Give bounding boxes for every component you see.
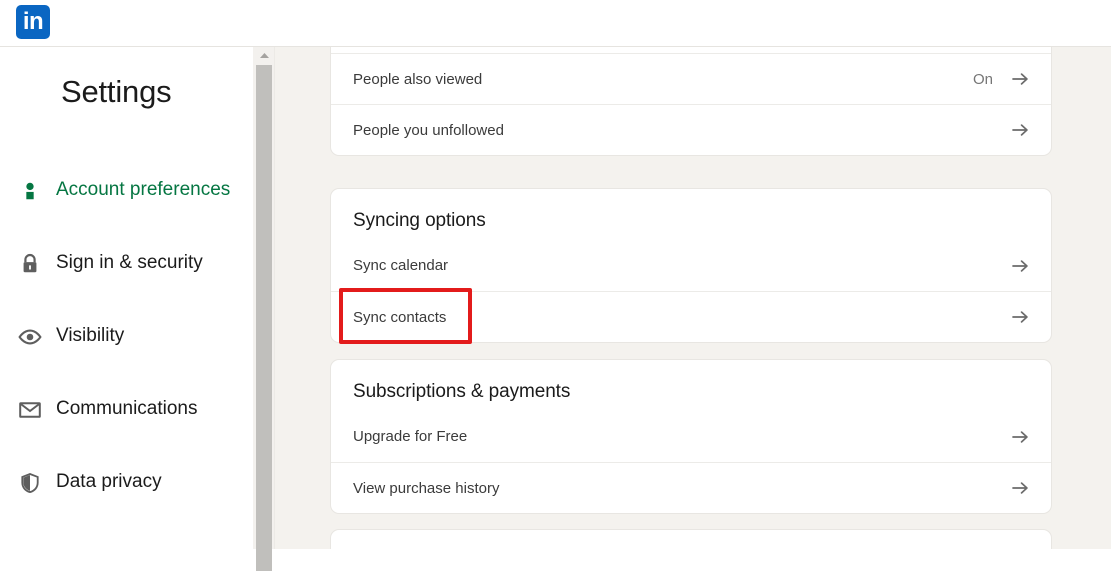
row-label: People also viewed	[353, 70, 483, 88]
row-people-you-unfollowed[interactable]: People you unfollowed	[331, 104, 1051, 155]
sidebar-scrollbar[interactable]	[253, 47, 275, 571]
top-header-bar: in	[0, 0, 1111, 47]
sidebar-item-label: Data privacy	[56, 471, 162, 493]
sidebar-item-label: Sign in & security	[56, 252, 203, 274]
person-icon	[17, 178, 43, 204]
sidebar-nav-list: Account preferences Sign in & security V…	[0, 154, 253, 519]
settings-sidebar: Settings Account preferences Sign in & s…	[0, 47, 253, 549]
arrow-right-icon[interactable]	[1011, 70, 1029, 88]
card-partial-top: People also viewed On People you unfollo…	[330, 47, 1052, 156]
card-syncing-options: Syncing options Sync calendar Sync conta…	[330, 188, 1052, 343]
sidebar-item-label: Account preferences	[56, 179, 231, 201]
row-upgrade-for-free[interactable]: Upgrade for Free	[331, 411, 1051, 462]
card-title: Syncing options	[353, 210, 486, 231]
arrow-right-icon[interactable]	[1011, 257, 1029, 275]
row-sync-contacts[interactable]: Sync contacts	[331, 291, 1051, 342]
eye-icon	[17, 324, 43, 350]
card-subscriptions-payments: Subscriptions & payments Upgrade for Fre…	[330, 359, 1052, 514]
row-trailing	[1011, 257, 1029, 275]
sidebar-item-visibility[interactable]: Visibility	[0, 300, 253, 373]
row-label: Sync contacts	[353, 308, 447, 326]
scrollbar-thumb[interactable]	[256, 65, 272, 571]
arrow-right-icon[interactable]	[1011, 479, 1029, 497]
settings-main-content: People also viewed On People you unfollo…	[275, 47, 1111, 549]
sidebar-item-sign-in-security[interactable]: Sign in & security	[0, 227, 253, 300]
row-people-also-viewed[interactable]: People also viewed On	[331, 53, 1051, 104]
linkedin-logo-icon[interactable]: in	[16, 5, 50, 39]
row-trailing	[1011, 479, 1029, 497]
row-label: View purchase history	[353, 479, 500, 497]
sidebar-item-communications[interactable]: Communications	[0, 373, 253, 446]
lock-icon	[17, 251, 43, 277]
page-title: Settings	[61, 74, 172, 109]
arrow-right-icon[interactable]	[1011, 428, 1029, 446]
row-trailing: On	[973, 70, 1029, 88]
sidebar-item-label: Communications	[56, 398, 198, 420]
row-view-purchase-history[interactable]: View purchase history	[331, 462, 1051, 513]
row-value: On	[972, 70, 993, 88]
sidebar-item-data-privacy[interactable]: Data privacy	[0, 446, 253, 519]
row-trailing	[1011, 308, 1029, 326]
shield-icon	[17, 470, 43, 496]
row-label: People you unfollowed	[353, 121, 504, 139]
sidebar-item-account-preferences[interactable]: Account preferences	[0, 154, 253, 227]
sidebar-item-label: Visibility	[56, 325, 125, 347]
row-sync-calendar[interactable]: Sync calendar	[331, 240, 1051, 291]
row-trailing	[1011, 121, 1029, 139]
arrow-right-icon[interactable]	[1011, 308, 1029, 326]
card-partial-bottom	[330, 529, 1052, 549]
chevron-up-icon[interactable]	[253, 47, 275, 63]
arrow-right-icon[interactable]	[1011, 121, 1029, 139]
row-label: Upgrade for Free	[353, 428, 468, 445]
envelope-icon	[17, 397, 43, 423]
row-trailing	[1011, 428, 1029, 446]
row-label: Sync calendar	[353, 257, 449, 274]
card-title: Subscriptions & payments	[353, 381, 571, 402]
